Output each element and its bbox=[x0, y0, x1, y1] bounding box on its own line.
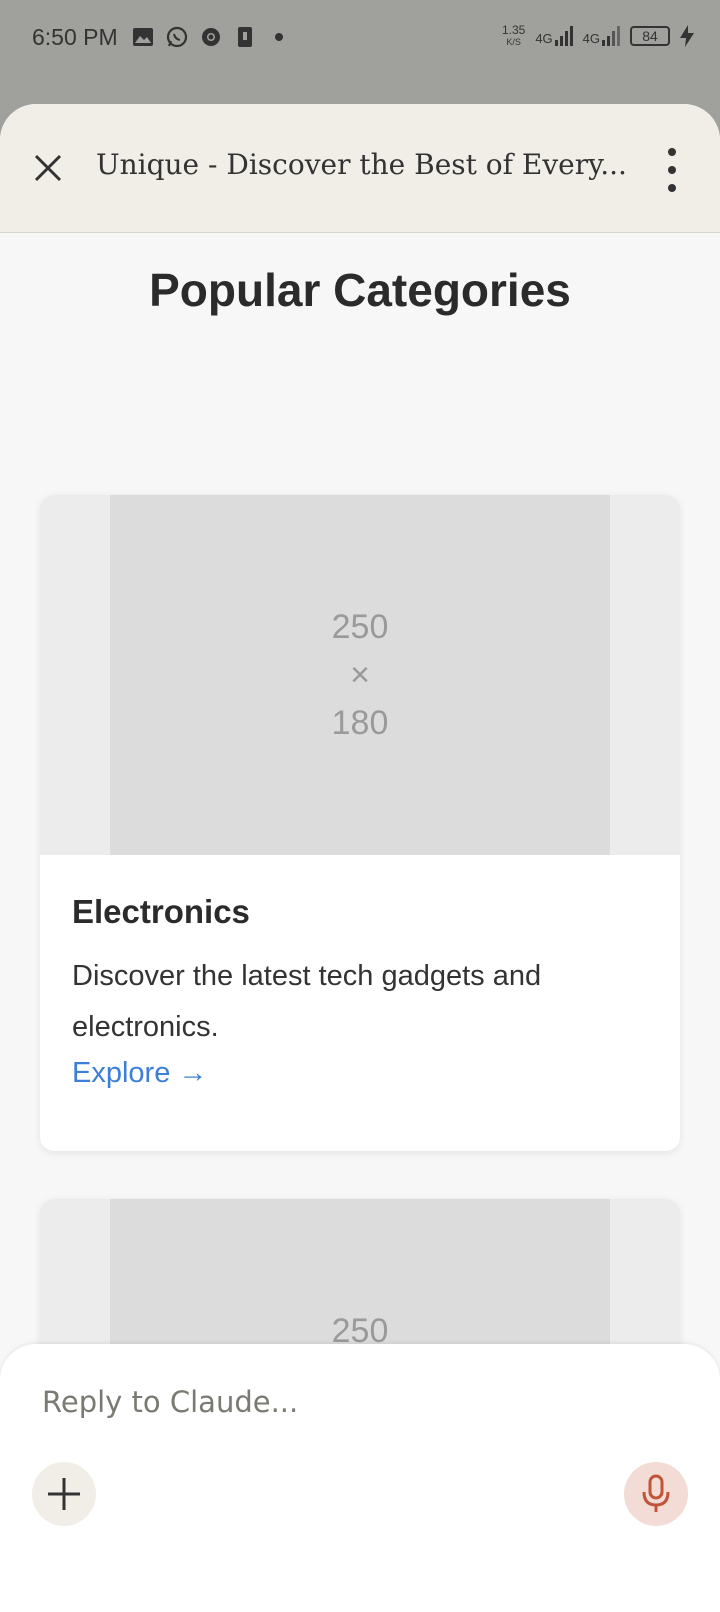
status-bar: 6:50 PM 1.35 K/S 4G 4G 84 bbox=[0, 0, 720, 80]
chrome-icon bbox=[200, 26, 222, 48]
status-time: 6:50 PM bbox=[32, 24, 118, 50]
placeholder-width: 250 bbox=[331, 608, 389, 646]
net-speed: 1.35 K/S bbox=[502, 24, 525, 48]
dot-icon bbox=[268, 26, 290, 48]
battery-indicator: 84 bbox=[630, 26, 670, 46]
more-options-button[interactable] bbox=[656, 148, 688, 192]
more-dot bbox=[668, 148, 676, 156]
signal-bars-icon bbox=[554, 26, 573, 46]
plus-icon bbox=[48, 1478, 80, 1510]
charging-icon bbox=[680, 25, 694, 47]
explore-link[interactable]: Explore → bbox=[72, 1057, 207, 1090]
gallery-icon bbox=[132, 26, 154, 48]
sim-icon bbox=[234, 26, 256, 48]
card-image: 250 × 180 bbox=[40, 495, 680, 855]
notification-icons bbox=[132, 26, 290, 48]
more-dot bbox=[668, 184, 676, 192]
add-attachment-button[interactable] bbox=[32, 1462, 96, 1526]
card-body: Electronics Discover the latest tech gad… bbox=[40, 855, 680, 1090]
placeholder-times: × bbox=[350, 656, 370, 694]
net-speed-unit: K/S bbox=[506, 37, 521, 47]
battery-level: 84 bbox=[642, 28, 658, 44]
voice-input-button[interactable] bbox=[624, 1462, 688, 1526]
more-dot bbox=[668, 166, 676, 174]
page-title: Unique - Discover the Best of Every... bbox=[96, 148, 626, 181]
reply-composer bbox=[0, 1344, 720, 1612]
close-icon bbox=[34, 154, 62, 182]
card-description: Discover the latest tech gadgets and ele… bbox=[72, 960, 542, 1043]
category-card[interactable]: 250 × 180 Electronics Discover the lates… bbox=[40, 495, 680, 1151]
microphone-icon bbox=[642, 1474, 670, 1512]
placeholder-height: 180 bbox=[331, 704, 389, 742]
network-type-2: 4G bbox=[582, 31, 600, 46]
image-placeholder: 250 × 180 bbox=[110, 495, 610, 855]
signal-2: 4G bbox=[583, 26, 620, 46]
signal-bars-icon bbox=[602, 26, 620, 46]
whatsapp-icon bbox=[166, 26, 188, 48]
sheet-header: Unique - Discover the Best of Every... bbox=[0, 104, 720, 233]
close-button[interactable] bbox=[28, 148, 68, 188]
card-title: Electronics bbox=[72, 893, 250, 930]
signal-1: 4G bbox=[535, 26, 573, 46]
network-type-1: 4G bbox=[535, 31, 553, 46]
system-status: 1.35 K/S 4G 4G 84 bbox=[502, 24, 694, 48]
net-speed-value: 1.35 bbox=[501, 23, 526, 37]
reply-input[interactable] bbox=[40, 1384, 664, 1420]
section-heading: Popular Categories bbox=[149, 264, 571, 316]
